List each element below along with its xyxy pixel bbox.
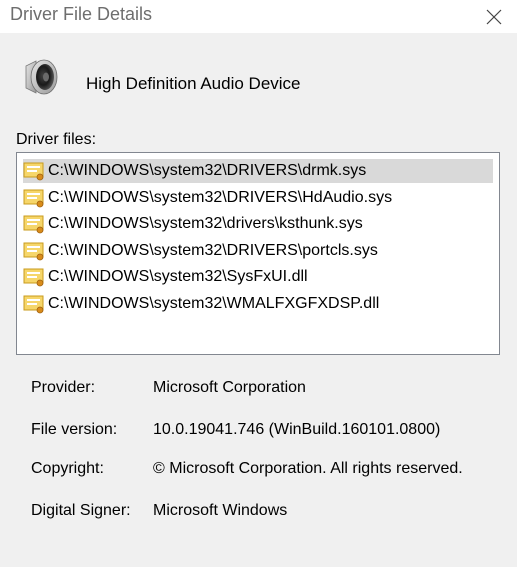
provider-label: Provider: <box>31 379 96 396</box>
digital-signer-value: Microsoft Windows <box>153 502 288 519</box>
driver-file-icon <box>23 242 44 261</box>
driver-file-details-window: Driver File Details High Definition Audi… <box>0 0 517 567</box>
driver-file-icon <box>23 295 44 314</box>
file-path: C:\WINDOWS\system32\drivers\ksthunk.sys <box>48 215 363 232</box>
list-item[interactable]: C:\WINDOWS\system32\WMALFXGFXDSP.dll <box>23 292 493 316</box>
file-path: C:\WINDOWS\system32\DRIVERS\drmk.sys <box>48 162 367 179</box>
device-name: High Definition Audio Device <box>86 74 301 93</box>
copyright-label: Copyright: <box>31 460 104 477</box>
driver-file-icon <box>23 189 44 208</box>
list-item[interactable]: C:\WINDOWS\system32\DRIVERS\portcls.sys <box>23 239 493 263</box>
driver-file-icon <box>23 268 44 287</box>
list-item[interactable]: C:\WINDOWS\system32\drivers\ksthunk.sys <box>23 212 493 236</box>
provider-value: Microsoft Corporation <box>153 379 306 396</box>
title-bar: Driver File Details <box>0 0 517 33</box>
driver-file-icon <box>23 162 44 181</box>
close-button[interactable] <box>471 0 517 33</box>
driver-file-icon <box>23 215 44 234</box>
close-icon <box>486 9 502 24</box>
driver-files-label: Driver files: <box>16 131 97 148</box>
file-version-label: File version: <box>31 421 118 438</box>
driver-files-list[interactable]: C:\WINDOWS\system32\DRIVERS\drmk.sys C:\… <box>16 152 500 355</box>
file-version-value: 10.0.19041.746 (WinBuild.160101.0800) <box>153 421 441 438</box>
file-path: C:\WINDOWS\system32\DRIVERS\portcls.sys <box>48 242 378 259</box>
list-item[interactable]: C:\WINDOWS\system32\DRIVERS\HdAudio.sys <box>23 186 493 210</box>
copyright-value: © Microsoft Corporation. All rights rese… <box>153 460 463 477</box>
list-item[interactable]: C:\WINDOWS\system32\DRIVERS\drmk.sys <box>23 159 493 183</box>
window-title: Driver File Details <box>10 4 153 24</box>
list-item[interactable]: C:\WINDOWS\system32\SysFxUI.dll <box>23 265 493 289</box>
speaker-icon <box>25 59 58 95</box>
file-path: C:\WINDOWS\system32\WMALFXGFXDSP.dll <box>48 295 380 312</box>
file-path: C:\WINDOWS\system32\SysFxUI.dll <box>48 268 308 285</box>
file-path: C:\WINDOWS\system32\DRIVERS\HdAudio.sys <box>48 189 393 206</box>
digital-signer-label: Digital Signer: <box>31 502 131 519</box>
